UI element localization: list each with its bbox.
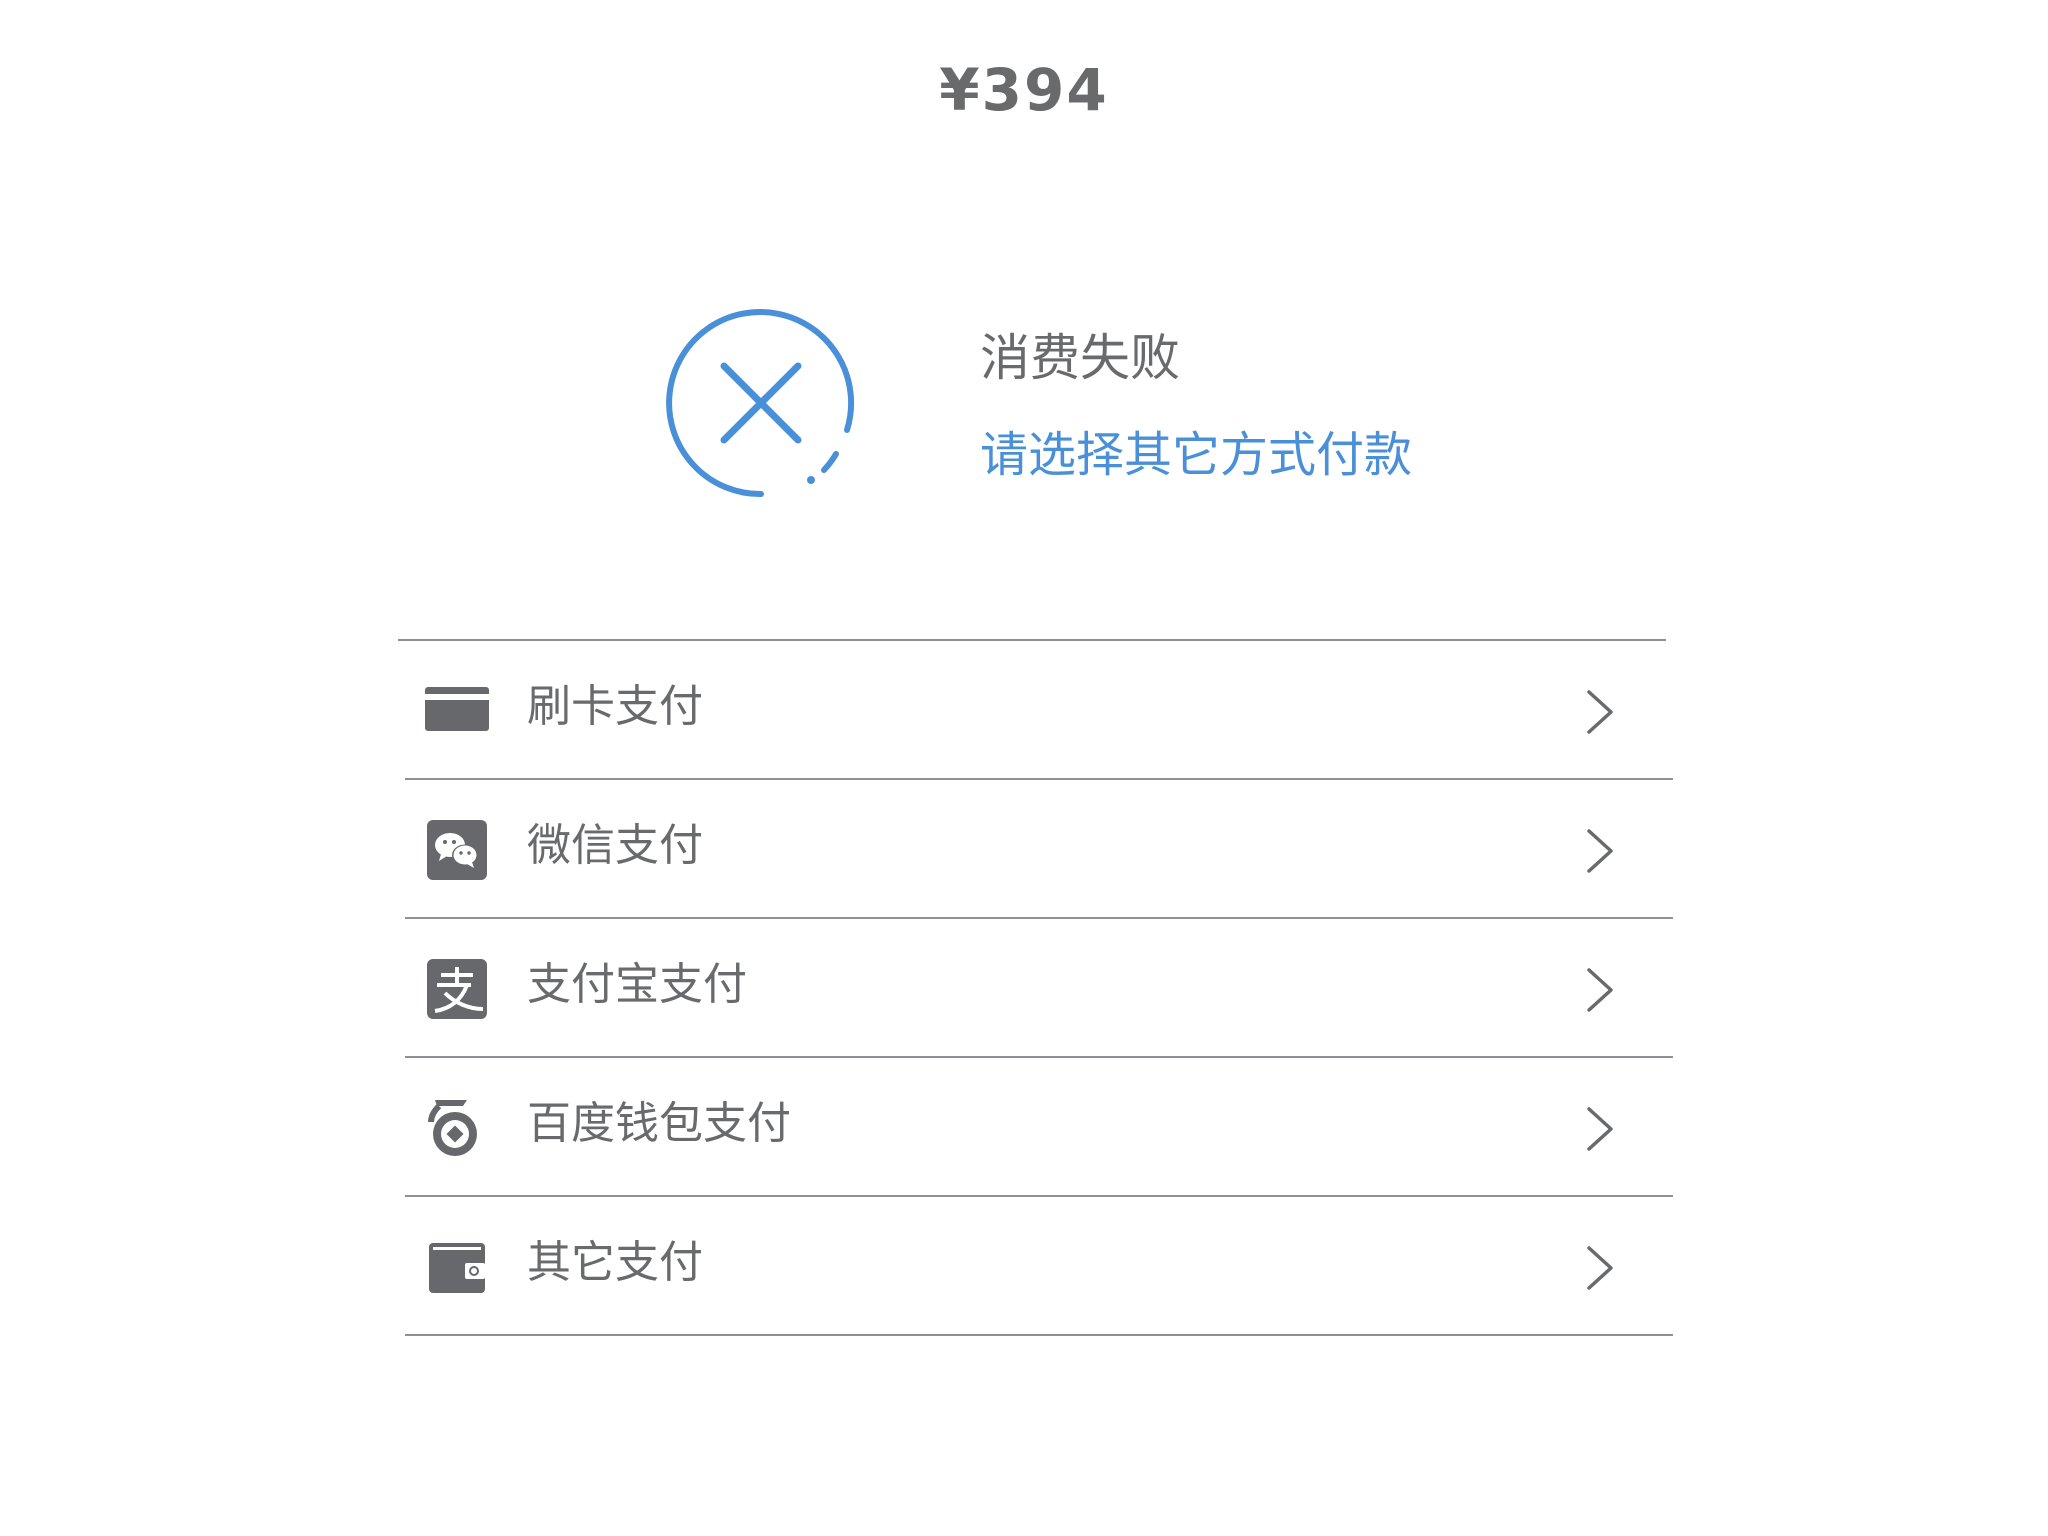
payment-method-label: 微信支付 <box>527 820 703 871</box>
chevron-right-icon <box>1587 1246 1613 1290</box>
payment-method-other[interactable]: 其它支付 <box>405 1197 1673 1336</box>
chevron-right-icon <box>1587 690 1613 734</box>
chevron-right-icon <box>1587 1107 1613 1151</box>
payment-method-alipay[interactable]: 支付宝支付 <box>405 919 1673 1058</box>
payment-amount: ¥394 <box>939 56 1109 124</box>
payment-method-label: 其它支付 <box>527 1237 703 1288</box>
bank-card-icon <box>425 687 489 731</box>
payment-method-label: 支付宝支付 <box>527 959 747 1010</box>
payment-method-label: 刷卡支付 <box>527 681 703 732</box>
payment-method-card[interactable]: 刷卡支付 <box>405 641 1673 780</box>
payment-method-list: 刷卡支付 微信支付 支付宝支付 百度钱包支付 其它支付 <box>405 641 1673 1336</box>
status-subtitle: 请选择其它方式付款 <box>980 427 1413 483</box>
failure-circle-x-icon <box>666 309 855 498</box>
payment-method-baidu-wallet[interactable]: 百度钱包支付 <box>405 1058 1673 1197</box>
status-title: 消费失败 <box>980 329 1180 387</box>
chevron-right-icon <box>1587 829 1613 873</box>
payment-result-page: ¥394 消费失败 请选择其它方式付款 刷卡支付 微信支付 支付宝支付 百度钱包… <box>0 0 2048 1536</box>
wechat-icon <box>427 820 487 880</box>
wallet-icon <box>429 1243 485 1293</box>
chevron-right-icon <box>1587 968 1613 1012</box>
baidu-wallet-icon <box>428 1100 477 1156</box>
alipay-icon <box>427 959 487 1019</box>
payment-method-label: 百度钱包支付 <box>527 1098 791 1149</box>
payment-method-wechat[interactable]: 微信支付 <box>405 780 1673 919</box>
